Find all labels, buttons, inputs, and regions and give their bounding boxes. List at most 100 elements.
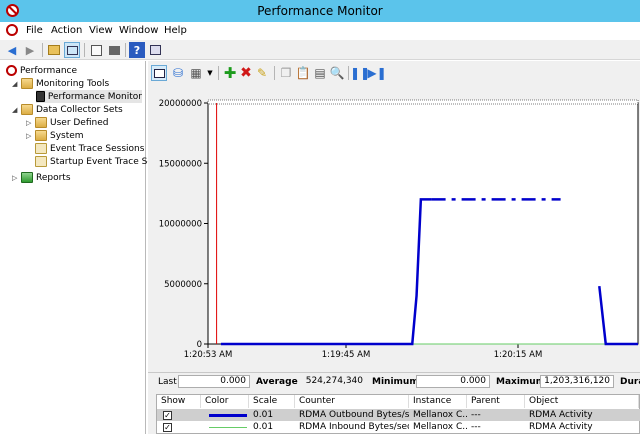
performance-icon bbox=[6, 65, 17, 76]
folder-icon bbox=[21, 78, 33, 89]
object-cell: RDMA Activity bbox=[529, 422, 593, 432]
toolbar-separator bbox=[274, 66, 275, 80]
forward-arrow-icon[interactable]: ▶ bbox=[22, 42, 38, 58]
plot-top-border bbox=[207, 99, 639, 105]
column-header-parent[interactable]: Parent bbox=[467, 395, 525, 408]
view-log-data-icon[interactable]: ⛁ bbox=[170, 65, 186, 81]
toolbar-separator bbox=[348, 66, 349, 80]
tree-item-system[interactable]: ▷ System bbox=[26, 129, 84, 142]
graph-properties-icon[interactable]: ▤ bbox=[312, 65, 328, 81]
menu-bar: File Action View Window Help bbox=[0, 22, 640, 40]
plot-background bbox=[207, 102, 639, 345]
freeze-display-icon[interactable]: ❚❚ bbox=[350, 65, 370, 81]
reports-icon bbox=[21, 172, 33, 183]
tree-item-reports[interactable]: ▷ Reports bbox=[12, 171, 71, 184]
toolbar-separator bbox=[84, 43, 85, 57]
menu-window[interactable]: Window bbox=[119, 25, 158, 36]
duration-label: Dura bbox=[620, 377, 640, 387]
add-counter-icon[interactable]: ✚ bbox=[222, 64, 238, 82]
tree-item-event-trace-sessions[interactable]: Event Trace Sessions bbox=[35, 142, 144, 155]
minimum-label: Minimum bbox=[372, 377, 419, 387]
console-tree: Performance ◢ Monitoring Tools Performan… bbox=[0, 61, 158, 434]
plot-area bbox=[207, 99, 639, 346]
average-label: Average bbox=[256, 377, 298, 387]
collapsed-arrow-icon[interactable]: ▷ bbox=[26, 119, 35, 127]
delete-counter-icon[interactable]: ✖ bbox=[238, 65, 254, 81]
table-row[interactable]: ✓ 0.01 RDMA Inbound Bytes/sec Mellanox C… bbox=[157, 421, 640, 433]
maximum-value: 1,203,316,120 bbox=[540, 375, 614, 388]
column-header-counter[interactable]: Counter bbox=[295, 395, 409, 408]
average-value: 524,274,340 bbox=[305, 376, 363, 386]
console-icon[interactable] bbox=[6, 24, 18, 36]
menu-action[interactable]: Action bbox=[51, 25, 82, 36]
copy-properties-icon[interactable]: ❐ bbox=[278, 65, 294, 81]
title-bar: Performance Monitor bbox=[0, 0, 640, 22]
main-toolbar: ◀ ▶ ? bbox=[0, 40, 640, 60]
zoom-icon[interactable]: 🔍 bbox=[329, 65, 345, 81]
color-swatch bbox=[209, 427, 247, 428]
graph-type-dropdown-icon[interactable]: ▼ bbox=[202, 65, 218, 81]
counter-cell: RDMA Outbound Bytes/sec bbox=[299, 410, 409, 420]
folder-icon bbox=[35, 130, 47, 141]
counter-legend-table: Show Color Scale Counter Instance Parent… bbox=[156, 394, 640, 434]
tree-item-startup-event-trace-sessions[interactable]: Startup Event Trace Ses bbox=[35, 155, 158, 168]
x-tick-label: 1:19:45 AM bbox=[322, 350, 371, 360]
minimum-value: 0.000 bbox=[416, 375, 490, 388]
trace-session-icon bbox=[35, 156, 47, 167]
paste-counter-list-icon[interactable]: 📋 bbox=[295, 65, 311, 81]
window-title: Performance Monitor bbox=[257, 4, 383, 18]
trace-session-icon bbox=[35, 143, 47, 154]
parent-cell: --- bbox=[471, 422, 481, 432]
view-current-activity-icon[interactable] bbox=[151, 65, 167, 81]
tree-item-user-defined[interactable]: ▷ User Defined bbox=[26, 116, 108, 129]
show-hide-console-tree-icon[interactable] bbox=[64, 42, 80, 58]
column-header-object[interactable]: Object bbox=[525, 395, 639, 408]
show-hide-action-pane-icon[interactable] bbox=[147, 42, 163, 58]
column-header-instance[interactable]: Instance bbox=[409, 395, 467, 408]
toolbar-separator bbox=[42, 43, 43, 57]
last-value: 0.000 bbox=[178, 375, 250, 388]
tree-item-performance-monitor[interactable]: Performance Monitor bbox=[36, 90, 142, 103]
expanded-arrow-icon[interactable]: ◢ bbox=[12, 80, 21, 88]
update-data-icon[interactable]: ▶❚ bbox=[367, 65, 386, 81]
statistics-bar: Last 0.000 Average 524,274,340 Minimum 0… bbox=[148, 372, 640, 390]
scale-cell: 0.01 bbox=[253, 410, 274, 420]
performance-graph[interactable]: 20000000 15000000 10000000 5000000 0 1:20:53… bbox=[148, 85, 640, 372]
show-checkbox[interactable]: ✓ bbox=[163, 411, 172, 420]
x-tick-label: 1:20:53 AM bbox=[184, 350, 233, 360]
monitor-icon bbox=[36, 91, 45, 102]
y-tick-label: 15000000 bbox=[159, 159, 202, 169]
back-arrow-icon[interactable]: ◀ bbox=[4, 42, 20, 58]
tree-item-monitoring-tools[interactable]: ◢ Monitoring Tools bbox=[12, 77, 109, 90]
collapsed-arrow-icon[interactable]: ▷ bbox=[12, 174, 21, 182]
y-tick-label: 5000000 bbox=[164, 280, 202, 290]
table-row[interactable]: ✓ 0.01 RDMA Outbound Bytes/sec Mellanox … bbox=[157, 409, 640, 421]
menu-view[interactable]: View bbox=[89, 25, 113, 36]
menu-help[interactable]: Help bbox=[164, 25, 187, 36]
collapsed-arrow-icon[interactable]: ▷ bbox=[26, 132, 35, 140]
highlight-icon[interactable]: ✎ bbox=[254, 65, 270, 81]
color-swatch bbox=[209, 414, 247, 417]
column-header-color[interactable]: Color bbox=[201, 395, 249, 408]
x-tick-label: 1:20:15 AM bbox=[494, 350, 543, 360]
parent-cell: --- bbox=[471, 410, 481, 420]
column-header-show[interactable]: Show bbox=[157, 395, 201, 408]
x-axis: 1:20:53 AM 1:19:45 AM 1:20:15 AM bbox=[184, 344, 543, 360]
menu-file[interactable]: File bbox=[26, 25, 43, 36]
export-list-icon[interactable] bbox=[106, 42, 122, 58]
column-header-scale[interactable]: Scale bbox=[249, 395, 295, 408]
tree-item-data-collector-sets[interactable]: ◢ Data Collector Sets bbox=[12, 103, 123, 116]
instance-cell: Mellanox C... bbox=[413, 422, 467, 432]
instance-cell: Mellanox C... bbox=[413, 410, 467, 420]
show-checkbox[interactable]: ✓ bbox=[163, 423, 172, 432]
maximum-label: Maximum bbox=[496, 377, 546, 387]
up-folder-icon[interactable] bbox=[46, 42, 62, 58]
toolbar-separator bbox=[218, 66, 219, 80]
folder-icon bbox=[21, 104, 33, 115]
line-chart: 20000000 15000000 10000000 5000000 0 1:20:53… bbox=[159, 99, 639, 360]
help-icon[interactable]: ? bbox=[129, 42, 145, 58]
properties-icon[interactable] bbox=[88, 42, 104, 58]
expanded-arrow-icon[interactable]: ◢ bbox=[12, 106, 21, 114]
tree-item-performance[interactable]: Performance bbox=[6, 64, 77, 77]
y-tick-label: 10000000 bbox=[159, 220, 202, 230]
